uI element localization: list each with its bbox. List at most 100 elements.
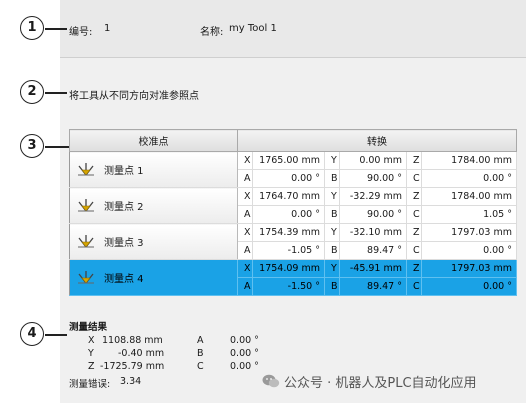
point-cell[interactable]: 测量点 3 <box>69 223 238 260</box>
c-value: 0.00 ° <box>421 241 517 260</box>
axis-y-label: Y <box>324 187 340 206</box>
z-value: 1797.03 mm <box>421 223 517 242</box>
axis-z-label: Z <box>406 223 422 242</box>
callout-4: 4 <box>20 322 44 346</box>
result-c-label: C <box>197 361 204 372</box>
result-a-label: A <box>197 335 204 346</box>
callout-1-line <box>45 28 67 30</box>
column-header-transform[interactable]: 转换 <box>237 129 517 152</box>
point-cell[interactable]: 测量点 1 <box>69 151 238 188</box>
axis-c-label: C <box>406 169 422 188</box>
callout-3: 3 <box>20 134 44 158</box>
tool-id-value: 1 <box>104 23 111 34</box>
axis-z-label: Z <box>406 151 422 170</box>
measure-point-icon <box>76 232 96 251</box>
a-value: 0.00 ° <box>252 169 325 188</box>
result-error-label: 测量错误: <box>69 379 111 390</box>
z-value: 1784.00 mm <box>421 151 517 170</box>
callout-4-line <box>45 334 67 336</box>
result-error-value: 3.34 <box>120 376 142 387</box>
b-value: 90.00 ° <box>339 205 407 224</box>
axis-y-label: Y <box>324 259 340 278</box>
b-value: 89.47 ° <box>339 241 407 260</box>
point-label: 测量点 3 <box>104 238 144 249</box>
x-value: 1765.00 mm <box>252 151 325 170</box>
instruction-text: 将工具从不同方向对准参照点 <box>69 91 199 102</box>
axis-x-label: X <box>237 223 253 242</box>
point-cell[interactable]: 测量点 2 <box>69 187 238 224</box>
axis-y-label: Y <box>324 223 340 242</box>
measure-point-icon <box>76 196 96 215</box>
result-y-value: -0.40 mm <box>118 348 165 359</box>
axis-x-label: X <box>237 259 253 278</box>
watermark: 公众号 · 机器人及PLC自动化应用 <box>262 372 477 391</box>
b-value: 89.47 ° <box>339 277 407 296</box>
callout-2-line <box>45 92 67 94</box>
point-label: 测量点 2 <box>104 202 144 213</box>
axis-c-label: C <box>406 205 422 224</box>
tool-id-label: 编号: <box>69 27 93 38</box>
b-value: 90.00 ° <box>339 169 407 188</box>
callout-1: 1 <box>20 16 44 40</box>
table-row[interactable]: 测量点 4 X 1754.09 mm Y -45.91 mm Z 1797.03 mm <box>69 259 517 296</box>
z-value: 1784.00 mm <box>421 187 517 206</box>
watermark-text: 公众号 · 机器人及PLC自动化应用 <box>284 376 477 391</box>
result-a-value: 0.00 ° <box>230 335 259 346</box>
table-header-row: 校准点 转换 <box>69 129 517 152</box>
column-header-point[interactable]: 校准点 <box>69 129 238 152</box>
calibration-table: 校准点 转换 测量点 1 X 1765.00 mm Y 0.00 mm Z 1784.00 … <box>69 129 517 296</box>
result-x-value: 1108.88 mm <box>102 335 163 346</box>
a-value: -1.05 ° <box>252 241 325 260</box>
axis-z-label: Z <box>406 187 422 206</box>
axis-a-label: A <box>237 241 253 260</box>
result-z-label: Z <box>88 361 95 372</box>
point-label: 测量点 1 <box>104 166 144 177</box>
a-value: 0.00 ° <box>252 205 325 224</box>
result-x-label: X <box>88 335 95 346</box>
axis-x-label: X <box>237 187 253 206</box>
result-title: 测量结果 <box>69 322 108 333</box>
point-cell[interactable]: 测量点 4 <box>69 259 238 296</box>
wechat-icon <box>262 374 280 388</box>
axis-z-label: Z <box>406 259 422 278</box>
a-value: -1.50 ° <box>252 277 325 296</box>
result-z-value: -1725.79 mm <box>100 361 165 372</box>
table-row[interactable]: 测量点 1 X 1765.00 mm Y 0.00 mm Z 1784.00 mm <box>69 151 517 188</box>
c-value: 0.00 ° <box>421 169 517 188</box>
axis-b-label: B <box>324 205 340 224</box>
axis-a-label: A <box>237 277 253 296</box>
table-body: 测量点 1 X 1765.00 mm Y 0.00 mm Z 1784.00 mm A 0.00… <box>69 151 517 296</box>
measure-point-icon <box>76 268 96 287</box>
axis-b-label: B <box>324 241 340 260</box>
c-value: 0.00 ° <box>421 277 517 296</box>
header-strip <box>60 0 526 58</box>
z-value: 1797.03 mm <box>421 259 517 278</box>
axis-c-label: C <box>406 277 422 296</box>
y-value: 0.00 mm <box>339 151 407 170</box>
axis-a-label: A <box>237 205 253 224</box>
result-b-value: 0.00 ° <box>230 348 259 359</box>
point-label: 测量点 4 <box>104 274 144 285</box>
axis-b-label: B <box>324 169 340 188</box>
axis-a-label: A <box>237 169 253 188</box>
x-value: 1764.70 mm <box>252 187 325 206</box>
table-row[interactable]: 测量点 3 X 1754.39 mm Y -32.10 mm Z 1797.03 mm <box>69 223 517 260</box>
measure-point-icon <box>76 160 96 179</box>
x-value: 1754.09 mm <box>252 259 325 278</box>
y-value: -32.29 mm <box>339 187 407 206</box>
callout-2: 2 <box>20 80 44 104</box>
result-y-label: Y <box>88 348 94 359</box>
tool-name-label: 名称: <box>200 27 224 38</box>
table-row[interactable]: 测量点 2 X 1764.70 mm Y -32.29 mm Z 1784.00 mm <box>69 187 517 224</box>
y-value: -45.91 mm <box>339 259 407 278</box>
tool-name-value: my Tool 1 <box>229 23 277 34</box>
axis-b-label: B <box>324 277 340 296</box>
result-b-label: B <box>197 348 204 359</box>
result-c-value: 0.00 ° <box>230 361 259 372</box>
callout-3-line <box>45 146 69 148</box>
axis-x-label: X <box>237 151 253 170</box>
c-value: 1.05 ° <box>421 205 517 224</box>
axis-y-label: Y <box>324 151 340 170</box>
y-value: -32.10 mm <box>339 223 407 242</box>
x-value: 1754.39 mm <box>252 223 325 242</box>
